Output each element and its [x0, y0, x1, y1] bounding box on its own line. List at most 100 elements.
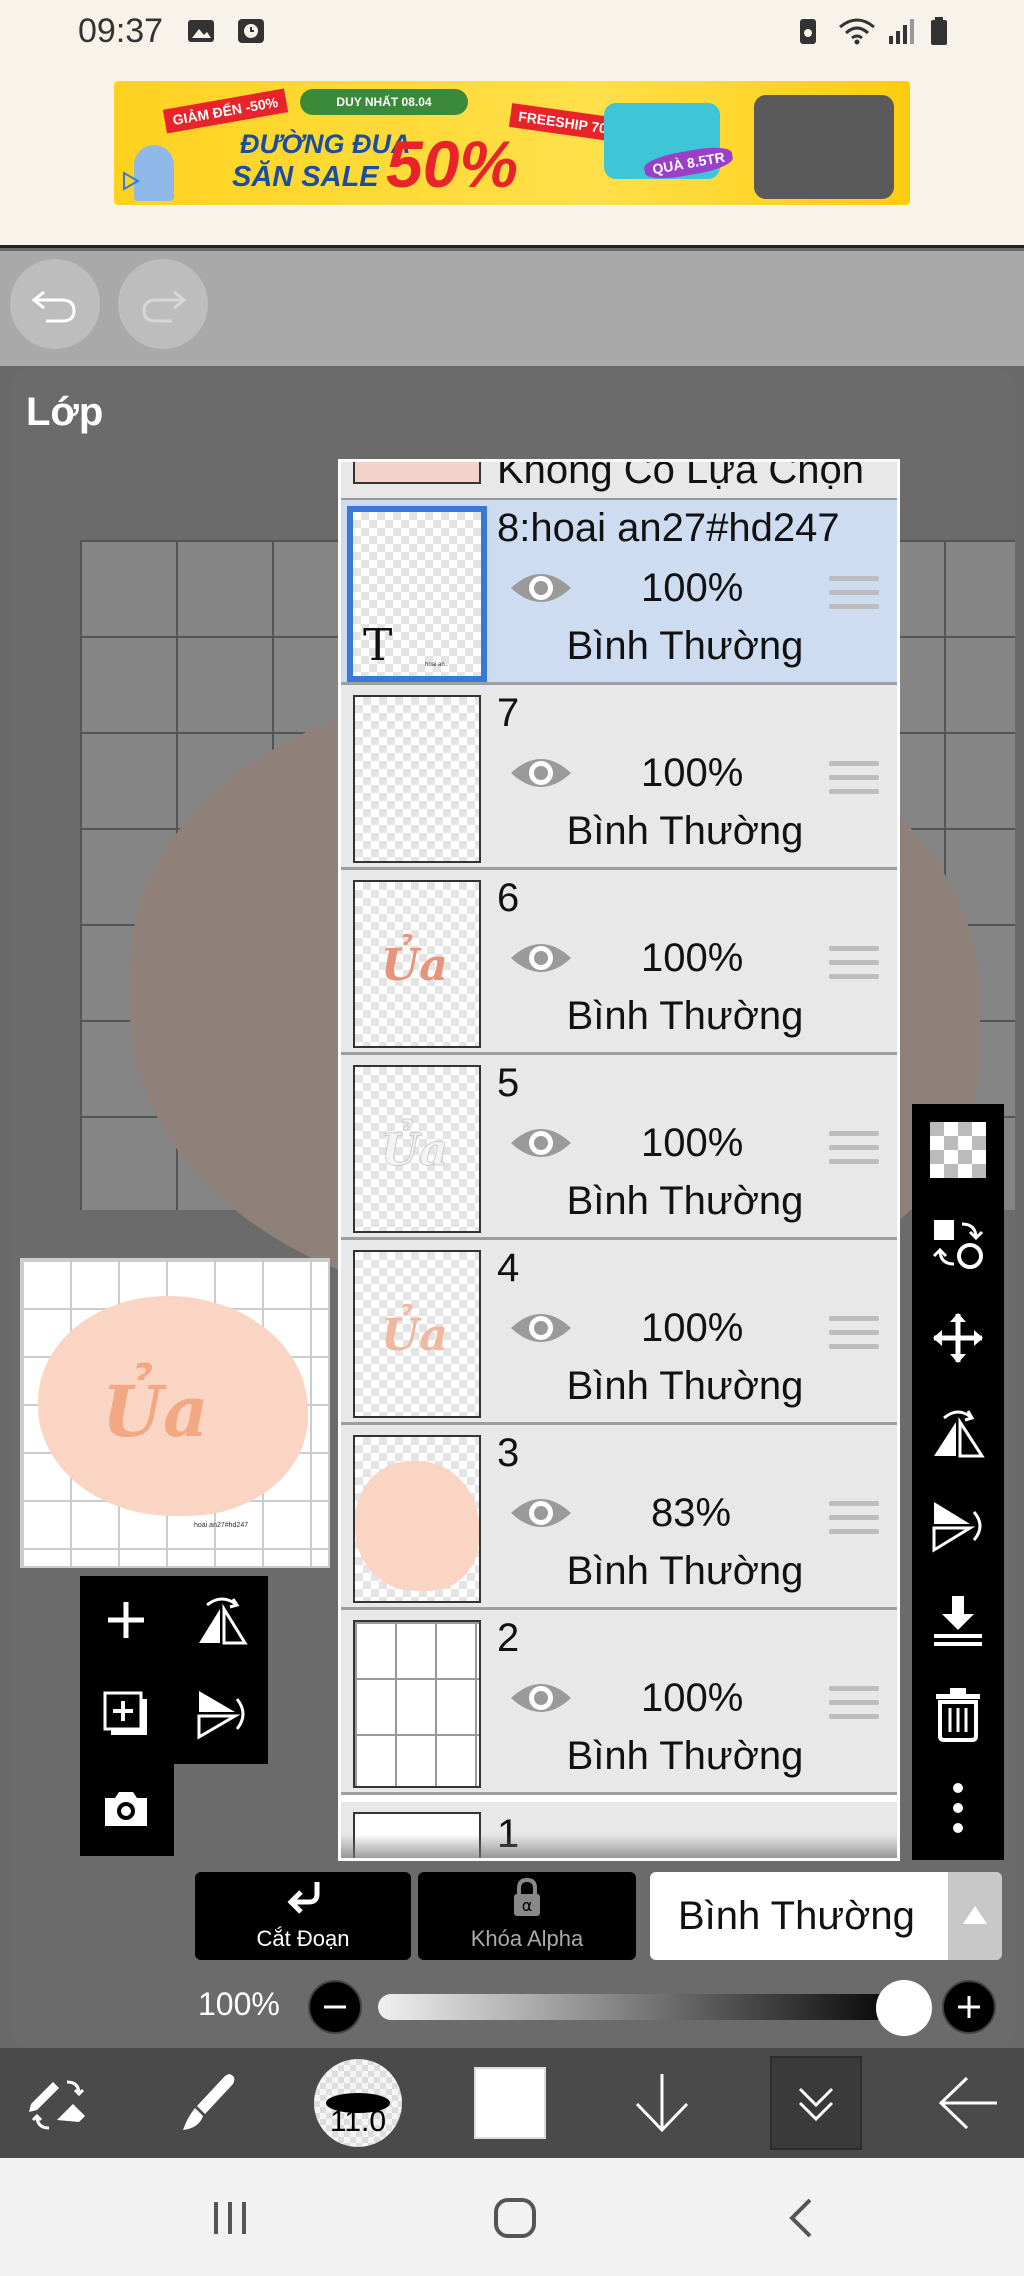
eye-icon[interactable]	[509, 751, 573, 795]
ad-area: GIẢM ĐẾN -50% DUY NHẤT 08.04 ĐƯỜNG ĐUA S…	[0, 64, 1024, 248]
nav-back-icon[interactable]	[782, 2196, 822, 2240]
swap-layer-button[interactable]	[926, 1212, 990, 1276]
layer-thumbnail: T hoai an..	[347, 506, 487, 682]
add-special-layer-button[interactable]	[96, 1684, 156, 1744]
redo-icon	[142, 290, 187, 323]
layer-opacity: 100%	[641, 1121, 744, 1165]
eye-icon[interactable]	[509, 936, 573, 980]
thumbnail-signature: hoai an27#hd247	[194, 1522, 249, 1529]
flip-horizontal-button[interactable]	[926, 1400, 990, 1464]
swap-layer-icon	[932, 1220, 984, 1269]
layer-opacity: 83%	[650, 1491, 732, 1535]
redo-button[interactable]	[118, 259, 208, 349]
lock-alpha-icon: α	[514, 1878, 540, 1916]
drag-handle-icon[interactable]	[829, 1686, 879, 1726]
eye-icon[interactable]	[509, 566, 573, 610]
camera-layer-button[interactable]	[96, 1778, 156, 1838]
move-arrows-icon	[933, 1313, 983, 1363]
opacity-increase-button[interactable]	[942, 1980, 996, 2034]
flip-vertical-button[interactable]	[926, 1494, 990, 1558]
thumbnail-ua-text: Ủa	[102, 1370, 209, 1453]
undo-icon	[31, 290, 76, 323]
move-button[interactable]	[926, 1306, 990, 1370]
layer-blend-mode: Bình Thường	[566, 1549, 804, 1593]
plus-icon	[958, 1996, 980, 2018]
layer-row-8[interactable]: T hoai an.. 8:hoai an27#hd247 100% Bình …	[341, 500, 897, 685]
panel-title: Lớp	[26, 390, 104, 434]
eye-icon[interactable]	[509, 1121, 573, 1165]
status-bar: 09:37	[0, 0, 1024, 64]
alpha-lock-button[interactable]: α Khóa Alpha	[418, 1872, 636, 1960]
layer-name: 6	[497, 876, 520, 920]
undo-button[interactable]	[10, 259, 100, 349]
layer-panel-button[interactable]	[770, 2056, 862, 2150]
scroll-down-button[interactable]	[614, 2056, 710, 2150]
checkerboard-icon	[930, 1122, 986, 1178]
clip-arrow-icon	[287, 1882, 320, 1914]
transparency-button[interactable]	[926, 1118, 990, 1182]
brush-size-button[interactable]: 11.0	[310, 2056, 406, 2150]
layer-row-4[interactable]: Ủa 4 100% Bình Thường	[341, 1240, 897, 1425]
pen-eraser-switch-icon	[29, 2080, 85, 2130]
eye-icon[interactable]	[509, 1306, 573, 1350]
flip-vertical-layer-button[interactable]	[192, 1684, 252, 1744]
system-nav-bar	[0, 2158, 1024, 2276]
blend-mode-select[interactable]: Bình Thường	[650, 1872, 1002, 1960]
ad-play-icon	[123, 171, 141, 191]
image-icon	[188, 20, 214, 42]
layer-row-6[interactable]: Ủa 6 100% Bình Thường	[341, 870, 897, 1055]
canvas-thumbnail[interactable]: Ủa hoai an27#hd247	[20, 1258, 330, 1568]
drag-handle-icon[interactable]	[829, 1501, 879, 1541]
layer-no-selection[interactable]: Không Có Lựa Chọn	[341, 462, 897, 500]
layer-blend-mode: Bình Thường	[566, 809, 804, 853]
merge-down-icon	[934, 1596, 982, 1646]
layer-row-5[interactable]: Ủa 5 100% Bình Thường	[341, 1055, 897, 1240]
ad-big-text: 50%	[386, 127, 519, 201]
tool-switch-button[interactable]	[10, 2056, 106, 2150]
layer-row-2[interactable]: 2 100% Bình Thường	[341, 1610, 897, 1795]
flip-vertical-icon	[932, 1502, 982, 1553]
layer-blend-mode: Bình Thường	[566, 1179, 804, 1223]
more-vertical-icon	[953, 1783, 963, 1833]
opacity-slider-knob[interactable]	[876, 1980, 932, 2036]
drag-handle-icon[interactable]	[829, 1316, 879, 1356]
camera-icon	[105, 1792, 147, 1826]
drag-handle-icon[interactable]	[829, 1131, 879, 1171]
flip-horizontal-icon	[934, 1410, 985, 1458]
clipping-button[interactable]: Cắt Đoạn	[195, 1872, 411, 1960]
opacity-decrease-button[interactable]	[308, 1980, 362, 2034]
layer-list[interactable]: Không Có Lựa Chọn T hoai an.. 8:hoai an2…	[338, 459, 900, 1861]
drag-handle-icon[interactable]	[829, 761, 879, 801]
back-button[interactable]	[920, 2056, 1016, 2150]
clipping-label: Cắt Đoạn	[256, 1926, 350, 1951]
layer-thumbnail: Ủa	[353, 1250, 481, 1418]
drag-handle-icon[interactable]	[829, 576, 879, 616]
delete-layer-button[interactable]	[926, 1682, 990, 1746]
layer-opacity: 100%	[641, 936, 744, 980]
opacity-slider[interactable]	[378, 1994, 908, 2020]
layer-blend-mode: Bình Thường	[566, 1734, 804, 1778]
alpha-lock-label: Khóa Alpha	[470, 1926, 584, 1951]
layer-row-7[interactable]: 7 100% Bình Thường	[341, 685, 897, 870]
signal-icon	[889, 19, 914, 44]
flip-horizontal-layer-button[interactable]	[192, 1590, 252, 1650]
eye-icon[interactable]	[509, 1676, 573, 1720]
layer-name: 7	[497, 691, 520, 735]
layer-row-3[interactable]: 3 83% Bình Thường	[341, 1425, 897, 1610]
more-options-button[interactable]	[926, 1776, 990, 1840]
layer-thumbnail: Ủa	[353, 880, 481, 1048]
merge-down-button[interactable]	[926, 1588, 990, 1652]
layer-blend-mode: Bình Thường	[566, 1364, 804, 1408]
layer-opacity: 100%	[641, 566, 744, 610]
add-layer-button[interactable]	[96, 1590, 156, 1650]
home-icon[interactable]	[492, 2196, 538, 2240]
ad-banner[interactable]: GIẢM ĐẾN -50% DUY NHẤT 08.04 ĐƯỜNG ĐUA S…	[114, 81, 910, 205]
blend-mode-arrow[interactable]	[948, 1872, 1002, 1960]
eye-icon[interactable]	[509, 1491, 573, 1535]
color-button[interactable]	[462, 2056, 558, 2150]
brush-tool-button[interactable]	[160, 2056, 256, 2150]
layer-name: 5	[497, 1061, 520, 1105]
layer-opacity: 100%	[641, 1306, 744, 1350]
drag-handle-icon[interactable]	[829, 946, 879, 986]
recent-apps-icon[interactable]	[208, 2198, 252, 2238]
